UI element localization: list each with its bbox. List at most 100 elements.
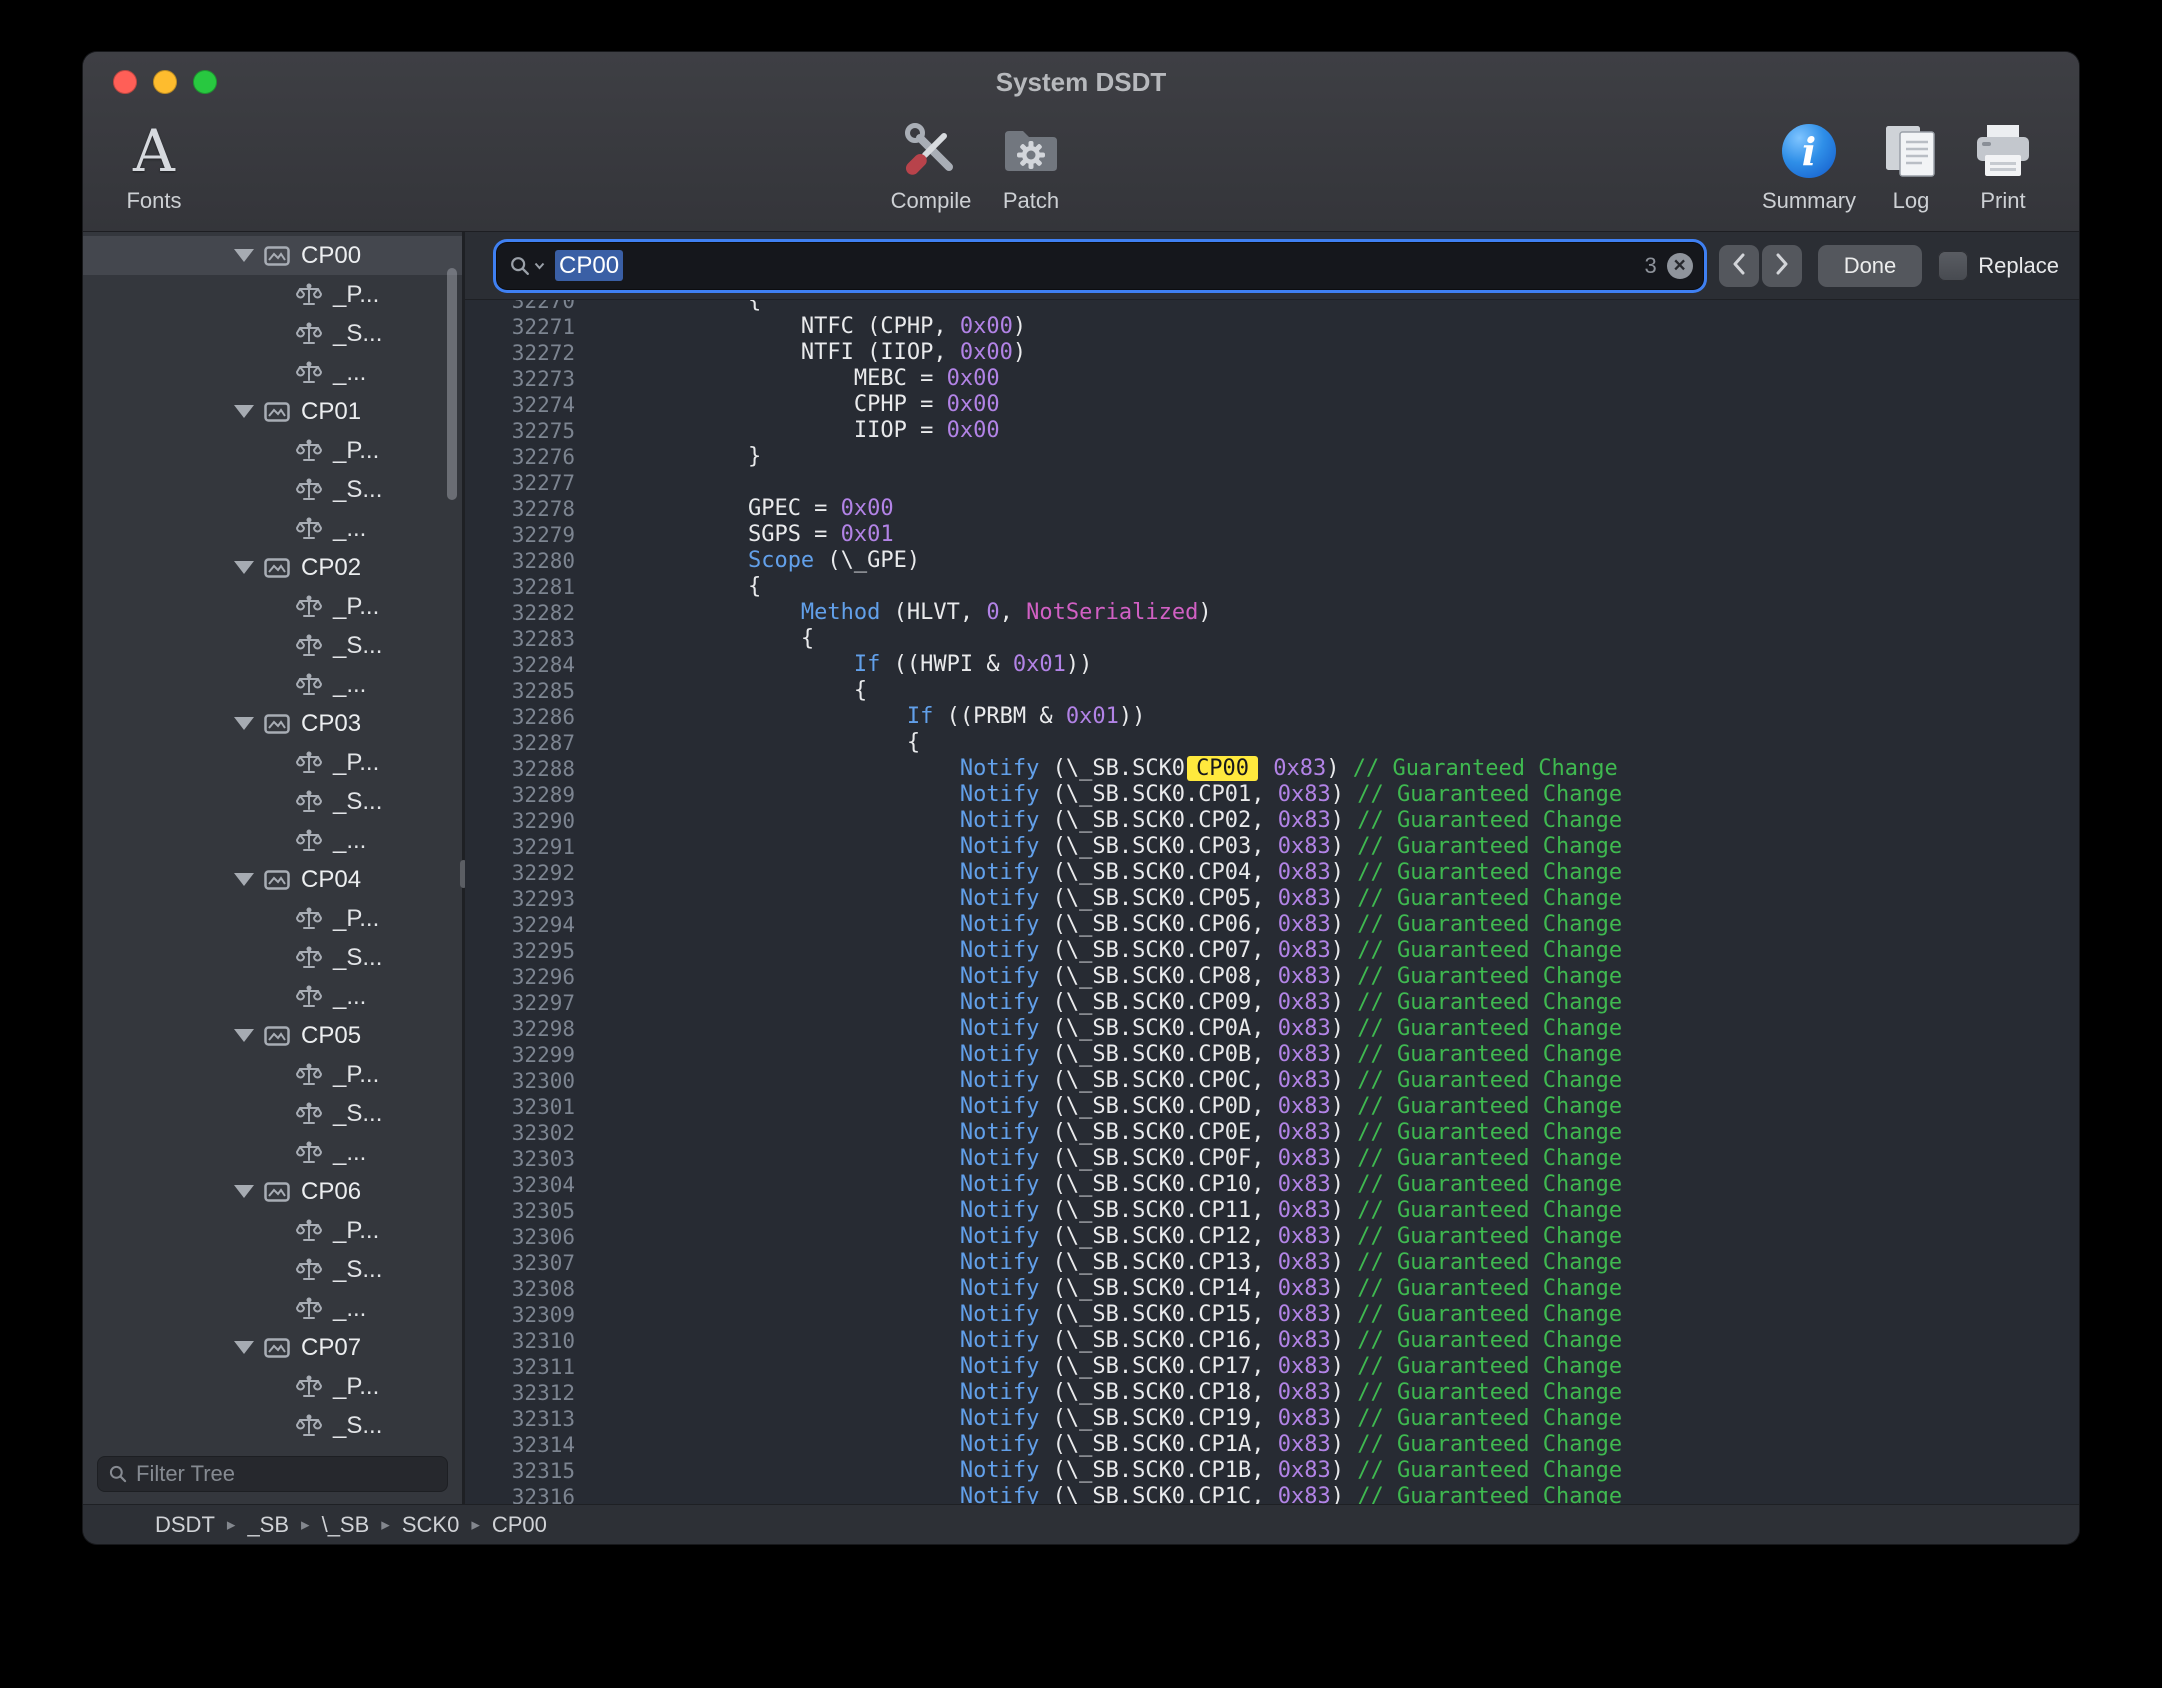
code-line: 32305 Notify (\_SB.SCK0.CP11, 0x83) // G… [465,1198,2079,1224]
tree-item[interactable]: _... [83,353,462,392]
method-icon [295,1218,323,1244]
code-line: 32282 Method (HLVT, 0, NotSerialized) [465,600,2079,626]
method-icon [295,1374,323,1400]
filter-tree-field[interactable] [97,1456,448,1492]
tree-item[interactable]: _... [83,509,462,548]
disclosure-triangle-icon[interactable] [233,873,255,886]
tree-item[interactable]: _S... [83,314,462,353]
tree-item-cp00[interactable]: CP00 [83,236,462,275]
line-number: 32271 [465,314,589,340]
close-button[interactable] [113,70,137,94]
tree-item-label: _... [333,983,366,1011]
tree-item[interactable]: _S... [83,470,462,509]
tree-item-label: _S... [333,1256,382,1284]
tree-item[interactable]: _... [83,1133,462,1172]
breadcrumb-separator-icon: ▸ [381,1515,390,1535]
toolbar-button-print[interactable]: Print [1957,114,2049,214]
breadcrumb-item[interactable]: DSDT [155,1512,215,1538]
disclosure-triangle-icon[interactable] [233,405,255,418]
code-line: 32300 Notify (\_SB.SCK0.CP0C, 0x83) // G… [465,1068,2079,1094]
disclosure-triangle-icon[interactable] [233,1341,255,1354]
disclosure-triangle-icon[interactable] [233,717,255,730]
tree-item-cp07[interactable]: CP07 [83,1328,462,1367]
breadcrumb-separator-icon: ▸ [227,1515,236,1535]
replace-checkbox[interactable] [1938,251,1968,281]
done-button[interactable]: Done [1818,245,1923,287]
tree-item[interactable]: _S... [83,1250,462,1289]
tree-item-cp02[interactable]: CP02 [83,548,462,587]
zoom-button[interactable] [193,70,217,94]
next-match-button[interactable] [1762,245,1802,287]
tree-item-cp03[interactable]: CP03 [83,704,462,743]
disclosure-triangle-icon[interactable] [233,249,255,262]
search-field[interactable]: CP00 3 × [497,243,1703,289]
tree-item[interactable]: _P... [83,743,462,782]
previous-match-button[interactable] [1719,245,1759,287]
code-line: 32309 Notify (\_SB.SCK0.CP15, 0x83) // G… [465,1302,2079,1328]
toolbar-button-fonts[interactable]: AFonts [101,114,207,214]
tree-item[interactable]: _... [83,665,462,704]
line-number: 32295 [465,938,589,964]
code-line: 32270 { [465,300,2079,314]
breadcrumb-item[interactable]: SCK0 [402,1512,459,1538]
clear-search-button[interactable]: × [1667,253,1693,279]
tree-item-label: CP00 [301,242,361,270]
tree-item[interactable]: _S... [83,626,462,665]
filter-tree-input[interactable] [136,1461,437,1487]
search-input[interactable]: CP00 [555,252,623,280]
tree-item[interactable]: _... [83,821,462,860]
code-line: 32306 Notify (\_SB.SCK0.CP12, 0x83) // G… [465,1224,2079,1250]
toolbar-button-compile[interactable]: Compile [881,114,981,214]
line-number: 32309 [465,1302,589,1328]
tree-item[interactable]: _P... [83,431,462,470]
sidebar-scrollbar[interactable] [447,268,457,500]
disclosure-triangle-icon[interactable] [233,561,255,574]
minimize-button[interactable] [153,70,177,94]
method-icon [295,1413,323,1439]
tree-item[interactable]: _... [83,1289,462,1328]
disclosure-triangle-icon[interactable] [233,1029,255,1042]
tree-item-label: _S... [333,788,382,816]
tree-item[interactable]: _P... [83,1367,462,1406]
tree-item[interactable]: _S... [83,782,462,821]
tree-item-cp01[interactable]: CP01 [83,392,462,431]
compile-icon [898,118,964,184]
tree-item-cp06[interactable]: CP06 [83,1172,462,1211]
tree-item[interactable]: _S... [83,1406,462,1445]
toolbar-button-log[interactable]: Log [1865,114,1957,214]
tree-item[interactable]: _P... [83,275,462,314]
tree-item-cp05[interactable]: CP05 [83,1016,462,1055]
code-line: 32281 { [465,574,2079,600]
tree-item-label: _P... [333,281,379,309]
breadcrumb-item[interactable]: \_SB [322,1512,370,1538]
toolbar-label: Log [1893,188,1930,214]
line-number: 32276 [465,444,589,470]
toolbar-label: Summary [1762,188,1856,214]
symbol-tree[interactable]: CP00_P..._S..._...CP01_P..._S..._...CP02… [83,232,462,1446]
code-line: 32286 If ((PRBM & 0x01)) [465,704,2079,730]
tree-item-label: CP05 [301,1022,361,1050]
breadcrumb-item[interactable]: CP00 [492,1512,547,1538]
tree-item-label: _P... [333,749,379,777]
titlebar[interactable]: System DSDT [83,52,2079,112]
tree-item[interactable]: _S... [83,1094,462,1133]
method-icon [295,1101,323,1127]
method-icon [295,789,323,815]
tree-item[interactable]: _P... [83,1211,462,1250]
tree-item[interactable]: _P... [83,899,462,938]
tree-item[interactable]: _P... [83,1055,462,1094]
method-icon [295,984,323,1010]
tree-item[interactable]: _P... [83,587,462,626]
scope-icon [263,1337,291,1359]
toolbar-button-summary[interactable]: iSummary [1753,114,1865,214]
tree-item-cp04[interactable]: CP04 [83,860,462,899]
tree-item[interactable]: _S... [83,938,462,977]
breadcrumb-item[interactable]: _SB [247,1512,289,1538]
code-editor[interactable]: 32270 {32271 NTFC (CPHP, 0x00)32272 NTFI… [465,300,2079,1504]
toolbar-button-patch[interactable]: Patch [981,114,1081,214]
line-number: 32289 [465,782,589,808]
search-menu-icon[interactable] [509,255,545,277]
disclosure-triangle-icon[interactable] [233,1185,255,1198]
line-number: 32287 [465,730,589,756]
tree-item[interactable]: _... [83,977,462,1016]
